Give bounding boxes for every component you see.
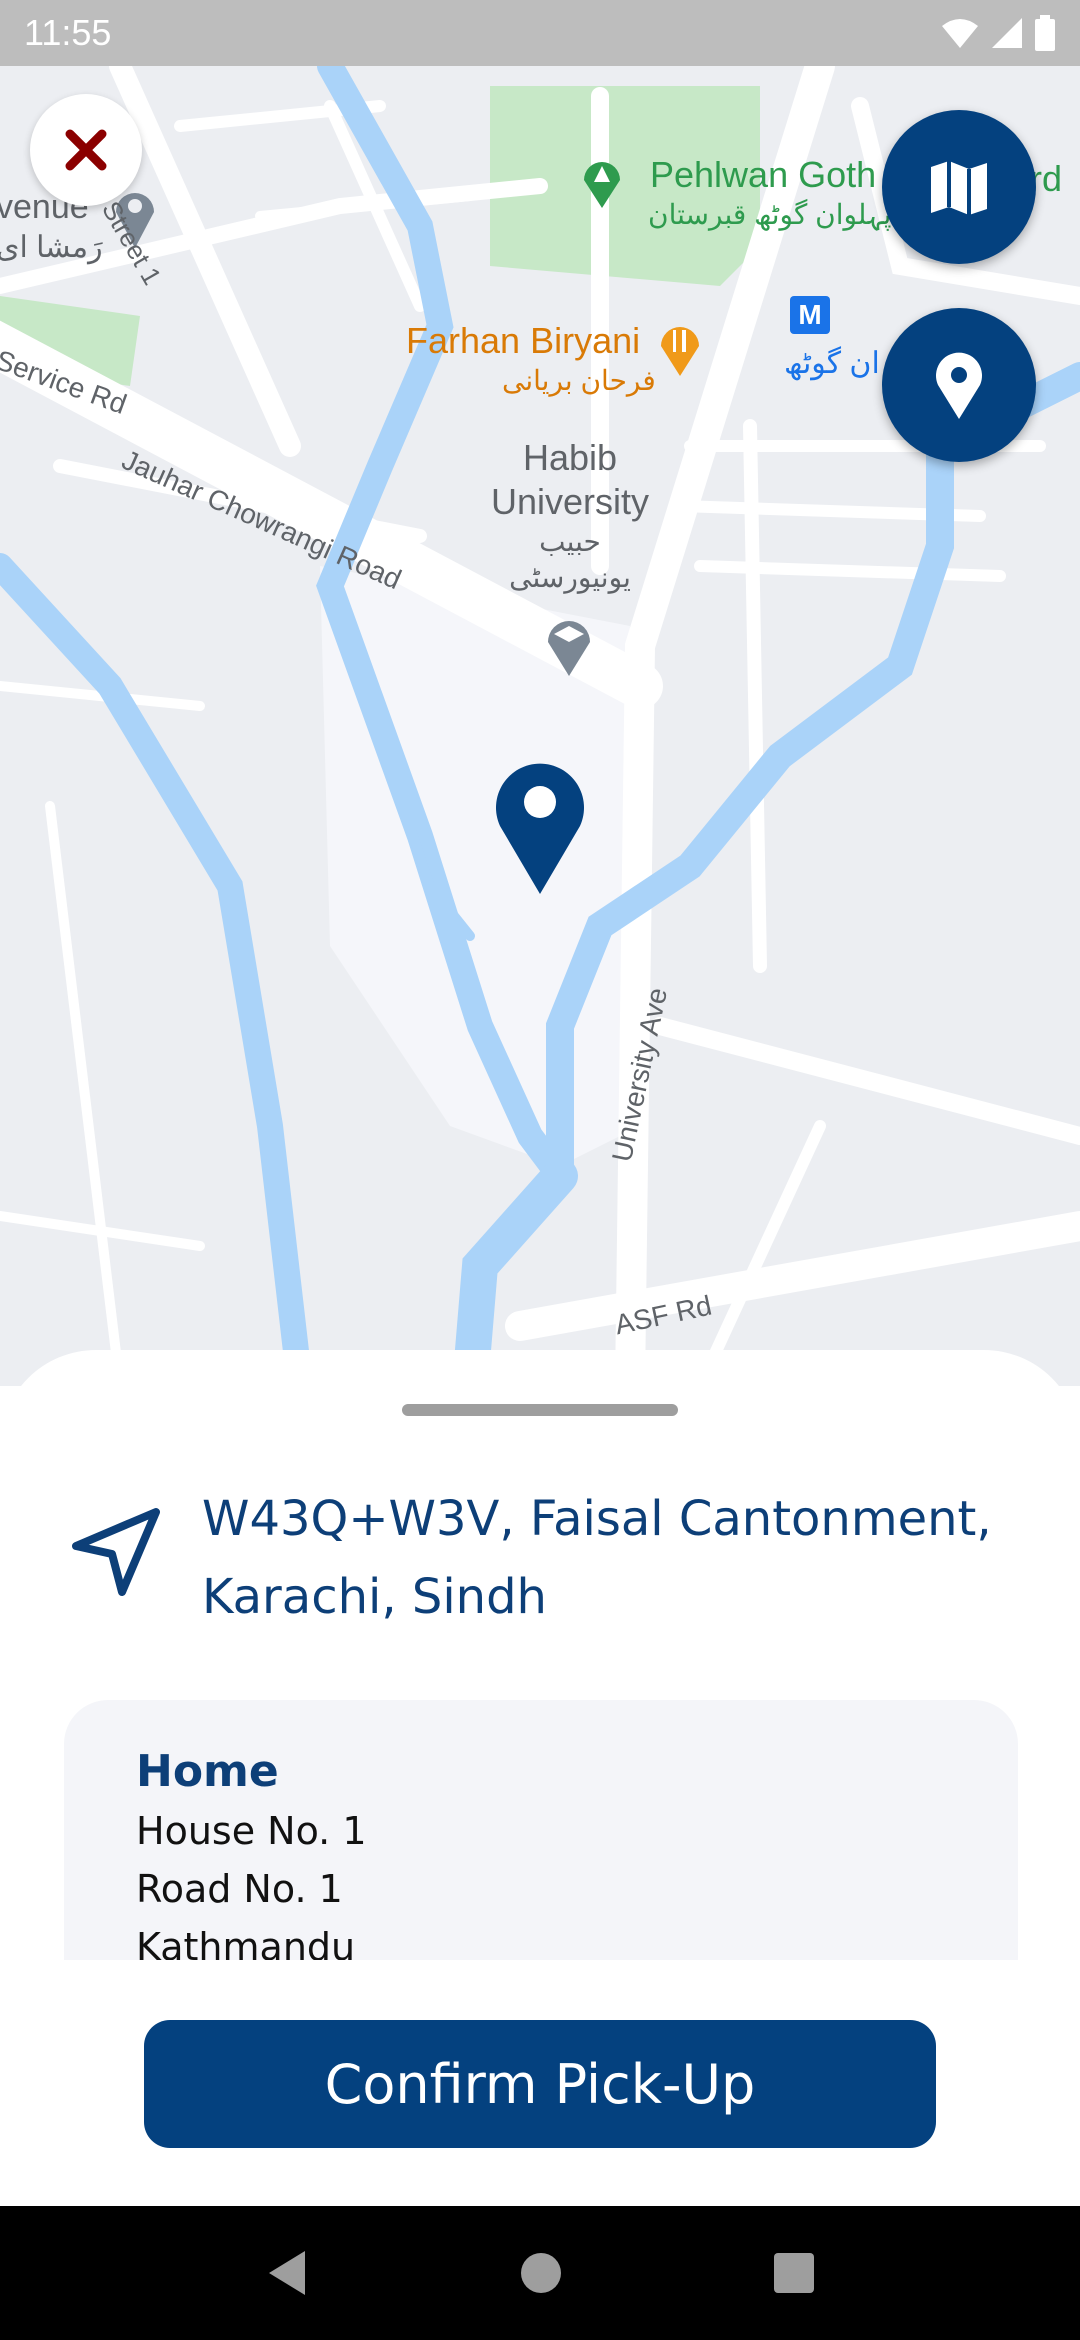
- battery-icon: [1035, 15, 1055, 51]
- pehlwan-en-label: Pehlwan Goth: [650, 154, 877, 195]
- habib-ur-label-1: حبیب: [539, 526, 601, 557]
- saved-address-line: Kathmandu: [136, 1925, 356, 1960]
- habib-en-label-1: Habib: [522, 437, 618, 478]
- map-view[interactable]: Pehlwan Goth پہلوان گوٹھ قبرستان rd Farh…: [0, 66, 1080, 1386]
- pehlwan-ur-label: پہلوان گوٹھ قبرستان: [648, 199, 892, 230]
- signal-icon: [992, 18, 1022, 48]
- university-marker-icon: [548, 621, 590, 676]
- metro-label: M: [798, 299, 822, 330]
- my-location-button[interactable]: [882, 308, 1036, 462]
- current-address: W43Q+W3V, Faisal Cantonment, Karachi, Si…: [202, 1491, 992, 1625]
- confirm-pickup-button[interactable]: Confirm Pick-Up: [144, 2020, 936, 2148]
- metro-marker-icon: M: [790, 296, 830, 334]
- status-bar: 11:55: [0, 0, 1080, 66]
- farhan-en-label: Farhan Biryani: [406, 320, 641, 361]
- saved-address-line: House No. 1: [136, 1809, 367, 1853]
- map-base: [0, 66, 1080, 1386]
- close-icon: [65, 129, 107, 171]
- status-icons: [940, 15, 1056, 51]
- habib-en-label-2: University: [490, 481, 650, 522]
- system-navigation-bar: [0, 2206, 1080, 2340]
- map-type-button[interactable]: [882, 110, 1036, 264]
- back-icon[interactable]: [265, 2249, 309, 2297]
- saved-address-card[interactable]: Home House No. 1 Road No. 1 Kathmandu: [64, 1700, 1018, 1960]
- saved-address-title: Home: [136, 1746, 279, 1797]
- location-pin-icon: [936, 352, 982, 419]
- recents-icon[interactable]: [773, 2252, 815, 2294]
- saved-address-line: Road No. 1: [136, 1867, 343, 1911]
- close-button[interactable]: [30, 94, 142, 206]
- ramsha-label: رَمشا ای: [0, 231, 103, 264]
- selected-location-pin-icon: [496, 763, 584, 894]
- goth-right-label: ان گوٹھ: [784, 347, 880, 380]
- habib-ur-label-2: یونیورسٹی: [509, 562, 631, 593]
- home-icon[interactable]: [519, 2251, 563, 2295]
- navigation-arrow-icon: [72, 1508, 160, 1596]
- sheet-drag-handle[interactable]: [402, 1404, 678, 1416]
- restaurant-marker-icon: [661, 327, 699, 376]
- status-time: 11:55: [24, 12, 112, 53]
- poi-habib-university: Habib University حبیب یونیورسٹی: [480, 436, 660, 596]
- farhan-ur-label: فرحان بریانی: [502, 365, 656, 396]
- map-icon: [931, 161, 987, 215]
- bottom-sheet: W43Q+W3V, Faisal Cantonment, Karachi, Si…: [0, 1350, 1080, 2210]
- park-marker-icon: [584, 162, 620, 208]
- wifi-icon: [942, 19, 978, 48]
